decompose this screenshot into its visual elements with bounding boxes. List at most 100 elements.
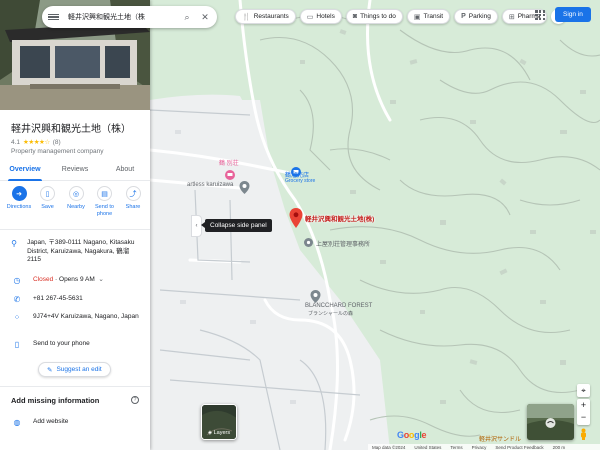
sign-in-button[interactable]: Sign in [555, 7, 591, 22]
zoom-in-button[interactable]: + [581, 399, 586, 412]
side-panel: 軽井沢興和観光土地（株） 4.1 ★★★★☆ (8) Property mana… [0, 0, 150, 450]
action-label: Directions [6, 204, 32, 210]
chip-restaurants[interactable]: 🍴 Restaurants [235, 9, 296, 24]
chip-things-to-do[interactable]: ◙ Things to do [345, 9, 403, 24]
search-box[interactable]: 軽井沢興和観光土地（株 ⌕ ✕ [42, 6, 217, 28]
add-website-text: Add website [33, 418, 69, 425]
country-link[interactable]: United States [414, 445, 441, 450]
map-label-office[interactable]: 上屋別荘管理事務所 [316, 239, 370, 248]
action-label: Nearby [67, 204, 85, 210]
search-icon[interactable]: ⌕ [181, 12, 193, 23]
save-button[interactable]: ▯ Save [35, 186, 61, 217]
my-location-icon: ⌖ [581, 386, 586, 395]
map-label-artless[interactable]: artless karuizawa [187, 182, 233, 188]
phone-row[interactable]: ✆ +81 267-45-5631 [11, 295, 141, 304]
pill-icon: ⊞ [508, 13, 515, 21]
nearby-icon: ◎ [68, 186, 84, 201]
map-label-bottom[interactable]: 軽井沢サンドル [479, 434, 521, 443]
rating-row[interactable]: 4.1 ★★★★☆ (8) [11, 138, 61, 147]
scale-label[interactable]: 200 m [553, 445, 566, 450]
nearby-button[interactable]: ◎ Nearby [63, 186, 89, 217]
privacy-link[interactable]: Privacy [472, 445, 487, 450]
share-button[interactable]: ⤴ Share [120, 186, 146, 217]
layers-button[interactable]: ◈ Layers [201, 404, 237, 440]
help-icon[interactable]: ? [131, 396, 139, 404]
place-title: 軽井沢興和観光土地（株） [11, 124, 131, 135]
place-tabs: Overview Reviews About [0, 160, 150, 181]
my-location-button[interactable]: ⌖ [577, 384, 590, 397]
camera-icon: ◙ [352, 13, 358, 20]
map-label-forest-en[interactable]: BLANCCHARD FOREST [305, 303, 372, 309]
map-data-attribution: Map data ©2024 [372, 444, 406, 450]
tab-overview[interactable]: Overview [0, 160, 50, 181]
chip-transit[interactable]: ▣ Transit [406, 9, 451, 24]
phone-send-icon: ▤ [97, 186, 112, 201]
parking-icon: P [461, 13, 466, 20]
menu-icon[interactable] [48, 13, 59, 21]
review-count[interactable]: (8) [53, 139, 61, 146]
rating-value: 4.1 [11, 138, 21, 146]
terms-link[interactable]: Terms [450, 445, 462, 450]
send-to-phone-row[interactable]: ▯ Send to your phone [11, 340, 141, 349]
map-label-forest-jp[interactable]: ブランシャールの森 [308, 310, 353, 317]
tab-reviews[interactable]: Reviews [50, 160, 100, 180]
clock-icon: ◷ [13, 276, 21, 285]
tab-about[interactable]: About [100, 160, 150, 180]
globe-icon: ◍ [13, 418, 21, 427]
action-label: Save [41, 204, 54, 210]
chip-label: Hotels [316, 13, 335, 20]
map-label-grocery-en[interactable]: Grocery store [285, 178, 315, 184]
send-to-phone-button[interactable]: ▤ Send to phone [92, 186, 118, 217]
chip-parking[interactable]: P Parking [454, 9, 498, 24]
plus-code-text: 9J74+4V Karuizawa, Nagano, Japan [33, 313, 139, 320]
office-marker-icon[interactable] [303, 237, 314, 248]
map-footer: Map data ©2024 United States Terms Priva… [368, 444, 600, 450]
selected-place-label[interactable]: 軽井沢興和観光土地(株) [305, 213, 374, 223]
plus-code-icon: ⁘ [13, 313, 21, 322]
layers-icon: ◈ [207, 430, 213, 436]
map-label-poi1[interactable]: 鶴 別荘 [219, 158, 239, 167]
chevron-down-icon: ⌄ [98, 276, 104, 283]
fork-knife-icon: 🍴 [242, 13, 251, 21]
selected-place-pin-icon[interactable] [289, 208, 303, 228]
action-buttons: ➜ Directions ▯ Save ◎ Nearby ▤ Send to p… [6, 186, 146, 217]
address-text: Japan, 〒389-0111 Nagano, Kitasaku Distri… [27, 239, 135, 263]
share-icon: ⤴ [125, 186, 141, 201]
street-view-thumbnail[interactable] [527, 404, 574, 440]
close-icon[interactable]: ✕ [199, 12, 211, 23]
divider [0, 229, 150, 230]
hours-row[interactable]: ◷ Closed · Opens 9 AM ⌄ [11, 276, 141, 285]
pegman-icon[interactable] [579, 428, 588, 440]
zoom-out-button[interactable]: − [581, 412, 586, 423]
poi-generic-marker-icon[interactable] [239, 181, 250, 194]
chip-label: Parking [468, 13, 491, 20]
train-icon: ▣ [413, 13, 421, 21]
action-label: Send to phone [95, 204, 114, 217]
google-logo: Google [397, 430, 427, 440]
chip-hotels[interactable]: ▭ Hotels [299, 9, 342, 24]
search-input[interactable]: 軽井沢興和観光土地（株 [68, 12, 175, 22]
poi-lodging-marker-icon[interactable] [223, 168, 237, 182]
hours-detail: · Opens 9 AM [53, 276, 95, 283]
location-pin-icon: ⚲ [11, 239, 17, 248]
phone-icon: ✆ [13, 295, 21, 304]
divider [0, 386, 150, 387]
layers-text: Layers [213, 430, 231, 436]
forest-marker-icon[interactable] [310, 290, 321, 303]
address-row[interactable]: ⚲ Japan, 〒389-0111 Nagano, Kitasaku Dist… [11, 239, 141, 265]
directions-button[interactable]: ➜ Directions [6, 186, 32, 217]
street-view-image [527, 404, 574, 440]
chevron-left-icon: ‹ [195, 223, 198, 229]
feedback-link[interactable]: Send Product Feedback [495, 445, 543, 450]
suggest-edit-button[interactable]: ✎ Suggest an edit [38, 362, 111, 377]
place-category[interactable]: Property management company [11, 148, 104, 155]
add-website-row[interactable]: ◍ Add website [11, 418, 141, 427]
zoom-controls: + − [577, 399, 590, 425]
plus-code-row[interactable]: ⁘ 9J74+4V Karuizawa, Nagano, Japan [11, 313, 141, 322]
directions-icon: ➜ [11, 186, 27, 201]
action-label: Share [125, 204, 141, 210]
send-to-phone-text: Send to your phone [33, 340, 90, 347]
missing-info-heading: Add missing information [11, 396, 100, 405]
apps-grid-icon[interactable] [534, 9, 546, 21]
phone-text: +81 267-45-5631 [33, 295, 83, 302]
